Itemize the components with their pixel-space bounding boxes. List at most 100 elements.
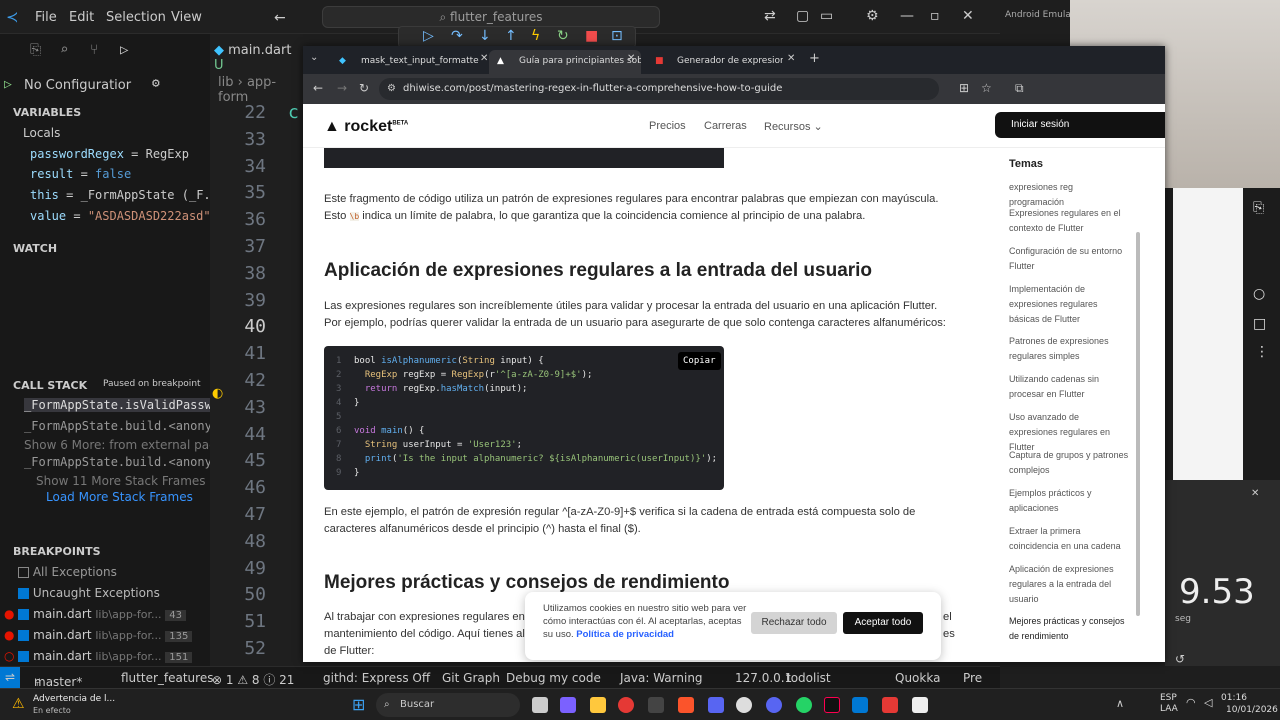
- quokka-status[interactable]: Quokka: [895, 671, 940, 685]
- variable-row[interactable]: result = false: [30, 167, 131, 181]
- problems-status[interactable]: ⊗ 1 ⚠ 8 ⓘ 21: [212, 671, 294, 688]
- breakpoint-uncaught-exceptions[interactable]: Uncaught Exceptions: [18, 586, 160, 600]
- tiktok-icon[interactable]: [824, 697, 840, 713]
- notes-icon[interactable]: [912, 697, 928, 713]
- variable-row[interactable]: this = _FormAppState (_F...: [30, 188, 225, 202]
- accept-cookies-button[interactable]: Aceptar todo: [843, 612, 923, 634]
- java-status[interactable]: Java: Warning: [620, 671, 703, 685]
- run-debug-icon[interactable]: ▷: [120, 42, 128, 58]
- nav-recursos[interactable]: Recursos ⌄: [764, 120, 823, 133]
- maximize-icon[interactable]: ▫: [930, 8, 940, 24]
- wifi-icon[interactable]: ◠: [1186, 696, 1196, 709]
- restart-icon[interactable]: ↻: [557, 28, 569, 44]
- brave-icon[interactable]: [678, 697, 694, 713]
- clock-date[interactable]: 10/01/2026: [1226, 705, 1278, 715]
- load-more-frames-link[interactable]: Load More Stack Frames: [46, 490, 193, 504]
- checkbox[interactable]: [18, 567, 29, 578]
- checkbox-checked[interactable]: [18, 588, 29, 599]
- breakpoints-header[interactable]: BREAKPOINTS: [13, 545, 101, 558]
- timer-reset-icon[interactable]: ↺: [1175, 652, 1185, 666]
- variable-row[interactable]: value = "ASDASDASD222asd": [30, 209, 211, 223]
- reload-icon[interactable]: ↻: [359, 81, 369, 95]
- toc-item[interactable]: Mejores prácticas y consejos de rendimie…: [1009, 614, 1129, 644]
- run-icon[interactable]: ▷: [4, 77, 12, 92]
- toc-item[interactable]: Expresiones regulares en el contexto de …: [1009, 206, 1129, 236]
- variables-header[interactable]: VARIABLES: [13, 106, 81, 119]
- emulator-square-icon[interactable]: □: [1253, 316, 1266, 332]
- remote-icon[interactable]: ⇌: [0, 667, 20, 688]
- windows-start-icon[interactable]: ⊞: [352, 695, 365, 714]
- watch-header[interactable]: WATCH: [13, 242, 57, 255]
- whatsapp-icon[interactable]: [796, 697, 812, 713]
- new-tab-icon[interactable]: +: [809, 51, 820, 66]
- editor-tab[interactable]: ◆ main.dart U: [214, 43, 300, 73]
- source-control-icon[interactable]: ⑂: [90, 42, 98, 58]
- tab-close-icon[interactable]: ✕: [787, 53, 795, 64]
- debug-status[interactable]: Debug my code: [506, 671, 601, 685]
- stack-frame[interactable]: Show 6 More: from external pack: [24, 438, 210, 452]
- githd-status[interactable]: githd: Express Off: [323, 671, 430, 685]
- host-status[interactable]: 127.0.0.1: [735, 671, 792, 685]
- config-gear-icon[interactable]: ⚙: [152, 76, 160, 91]
- continue-icon[interactable]: ▷: [423, 28, 434, 44]
- checkbox-checked[interactable]: [18, 651, 30, 662]
- step-out-icon[interactable]: ↑: [505, 28, 517, 44]
- clock-time[interactable]: 01:16: [1221, 693, 1247, 703]
- breakpoint-file-row[interactable]: ● main.dart lib\app-for... 43: [4, 607, 187, 621]
- breadcrumb[interactable]: lib › app-form: [218, 75, 300, 105]
- copy-button[interactable]: Copiar: [678, 352, 721, 370]
- site-logo[interactable]: ▲ rocketBETA: [324, 118, 408, 136]
- browser-tab[interactable]: ◆ mask_text_input_formatter | Flu: [331, 50, 479, 74]
- locals-scope[interactable]: Locals: [23, 126, 60, 140]
- command-center[interactable]: ⌕ flutter_features: [322, 6, 660, 28]
- run-config-select[interactable]: No Configuratior: [24, 78, 131, 93]
- step-over-icon[interactable]: ↷: [451, 28, 463, 44]
- devtools-icon[interactable]: ⊡: [611, 28, 623, 44]
- menu-selection[interactable]: Selection: [106, 10, 166, 25]
- checkbox-checked[interactable]: [18, 609, 30, 620]
- github-icon[interactable]: [736, 697, 752, 713]
- language-indicator[interactable]: ESP LAA: [1160, 693, 1178, 715]
- emulator-power-icon[interactable]: ○: [1253, 286, 1265, 302]
- menu-view[interactable]: View: [171, 10, 202, 25]
- minimize-icon[interactable]: —: [900, 8, 914, 24]
- project-status[interactable]: flutter_features: [121, 671, 213, 685]
- stack-frame[interactable]: _FormAppState.build.<anony: [24, 455, 210, 469]
- toc-item[interactable]: Patrones de expresiones regulares simple…: [1009, 334, 1129, 364]
- tab-list-icon[interactable]: ⌄: [310, 52, 318, 63]
- breakpoint-all-exceptions[interactable]: All Exceptions: [18, 565, 117, 579]
- tab-close-icon[interactable]: ✕: [627, 53, 635, 64]
- git-graph-status[interactable]: Git Graph: [442, 671, 500, 685]
- close-icon[interactable]: ✕: [962, 8, 974, 24]
- stack-frame[interactable]: _FormAppState.build.<anony: [24, 419, 210, 433]
- browser-tab-active[interactable]: ▲ Guía para principiantes sobre la: [489, 50, 641, 74]
- reject-cookies-button[interactable]: Rechazar todo: [751, 612, 837, 634]
- url-field[interactable]: ⚙ dhiwise.com/post/mastering-regex-in-flu…: [379, 78, 939, 100]
- breakpoint-file-row[interactable]: ○ main.dart lib\app-for... 151: [4, 649, 193, 663]
- toc-item[interactable]: Configuración de su entorno Flutter: [1009, 244, 1129, 274]
- todo-status[interactable]: todolist: [786, 671, 831, 685]
- stack-frame[interactable]: Show 11 More Stack Frames: [36, 474, 206, 488]
- call-stack-header[interactable]: CALL STACK: [13, 379, 87, 392]
- tray-chevron-icon[interactable]: ∧: [1116, 697, 1124, 710]
- toc-item[interactable]: Ejemplos prácticos y aplicaciones: [1009, 486, 1129, 516]
- bookmark-star-icon[interactable]: ☆: [981, 81, 992, 95]
- privacy-policy-link[interactable]: Política de privacidad: [576, 629, 674, 640]
- extensions-icon[interactable]: ⧉: [1015, 81, 1024, 96]
- tab-close-icon[interactable]: ✕: [480, 53, 488, 64]
- prettier-status[interactable]: Pre: [963, 671, 982, 685]
- notification-title[interactable]: Advertencia de l...: [33, 694, 115, 704]
- stop-icon[interactable]: ■: [585, 28, 598, 44]
- discord-icon[interactable]: [766, 697, 782, 713]
- hot-reload-icon[interactable]: ϟ: [531, 28, 540, 44]
- timer-close-icon[interactable]: ✕: [1251, 488, 1259, 499]
- layout-icon[interactable]: ⇄: [764, 8, 776, 24]
- translate-icon[interactable]: ⊞: [959, 81, 969, 95]
- menu-edit[interactable]: Edit: [69, 10, 94, 25]
- task-view-icon[interactable]: [532, 697, 548, 713]
- breakpoint-file-row[interactable]: ● main.dart lib\app-for... 135: [4, 628, 193, 642]
- checkbox-checked[interactable]: [18, 630, 30, 641]
- settings-gear-icon[interactable]: ⚙: [866, 8, 879, 24]
- variable-row[interactable]: passwordRegex = RegExp: [30, 147, 189, 161]
- explorer-icon[interactable]: ⎘: [30, 42, 41, 58]
